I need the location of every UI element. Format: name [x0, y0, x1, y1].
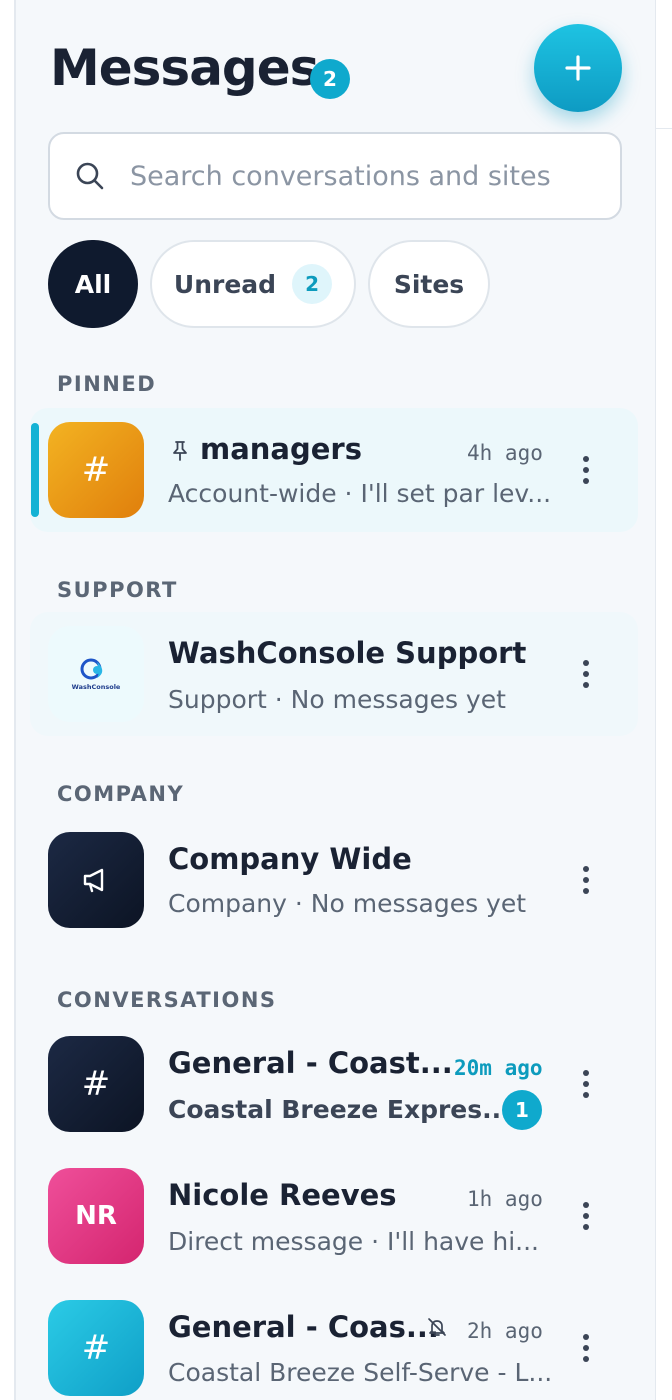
filter-all-chip[interactable]: All: [48, 240, 138, 328]
filter-unread-chip[interactable]: Unread 2: [150, 240, 356, 328]
filter-sites-chip[interactable]: Sites: [368, 240, 490, 328]
conversation-time: 20m ago: [454, 1056, 543, 1080]
filter-unread-count: 2: [292, 264, 333, 304]
filter-all-label: All: [74, 269, 112, 299]
row-menu-button[interactable]: [574, 862, 598, 898]
search-box[interactable]: [48, 132, 622, 220]
plus-icon: [565, 55, 591, 81]
section-header-conversations: CONVERSATIONS: [57, 988, 277, 1012]
conversation-preview: Direct message · I'll have hi...: [168, 1227, 539, 1256]
channel-avatar: #: [48, 422, 144, 518]
avatar-initials: NR: [75, 1201, 117, 1231]
hash-icon: #: [81, 450, 111, 490]
conversation-preview: Coastal Breeze Expres...: [168, 1095, 511, 1124]
pinned-indicator: [31, 423, 39, 517]
hash-icon: #: [81, 1328, 111, 1368]
row-menu-button[interactable]: [574, 1066, 598, 1102]
search-icon: [76, 162, 104, 190]
user-avatar: NR: [48, 1168, 144, 1264]
filter-unread-label: Unread: [173, 269, 277, 299]
content-area-edge: [656, 0, 672, 1400]
channel-avatar: #: [48, 1300, 144, 1396]
conversation-name: Nicole Reeves: [168, 1178, 397, 1212]
pin-icon: [173, 441, 187, 461]
conversation-preview: Support · No messages yet: [168, 685, 506, 714]
section-header-pinned: PINNED: [57, 372, 157, 396]
conversation-time: 2h ago: [467, 1319, 543, 1343]
conversation-name: General - Coas...: [168, 1310, 439, 1344]
unread-count-badge: 1: [502, 1090, 542, 1130]
conversation-name: managers: [200, 432, 362, 466]
new-message-button[interactable]: [534, 24, 622, 112]
megaphone-icon: [83, 868, 104, 893]
hash-icon: #: [81, 1064, 111, 1104]
conversation-name: WashConsole Support: [168, 636, 527, 670]
filter-sites-label: Sites: [393, 269, 465, 299]
company-avatar: [48, 832, 144, 928]
washconsole-logo: WashConsole: [48, 626, 144, 722]
row-menu-button[interactable]: [574, 656, 598, 692]
search-input[interactable]: [130, 154, 600, 198]
row-menu-button[interactable]: [574, 1198, 598, 1234]
conversation-time: 1h ago: [467, 1187, 543, 1211]
section-header-support: SUPPORT: [57, 578, 178, 602]
section-header-company: COMPANY: [57, 782, 185, 806]
bell-off-icon: [428, 1318, 446, 1336]
logo-wordmark: WashConsole: [72, 683, 121, 691]
conversation-time: 4h ago: [467, 441, 543, 465]
conversation-preview: Account-wide · I'll set par lev...: [168, 479, 552, 508]
conversation-preview: Company · No messages yet: [168, 889, 527, 918]
row-menu-button[interactable]: [574, 1330, 598, 1366]
washconsole-logo-icon: WashConsole: [72, 658, 121, 691]
conversation-name: General - Coast...: [168, 1046, 453, 1080]
conversation-preview: Coastal Breeze Self-Serve - L...: [168, 1358, 553, 1387]
channel-avatar: #: [48, 1036, 144, 1132]
unread-total-badge: 2: [310, 59, 350, 99]
conversation-name: Company Wide: [168, 842, 412, 876]
row-menu-button[interactable]: [574, 452, 598, 488]
page-title: Messages: [50, 39, 319, 97]
